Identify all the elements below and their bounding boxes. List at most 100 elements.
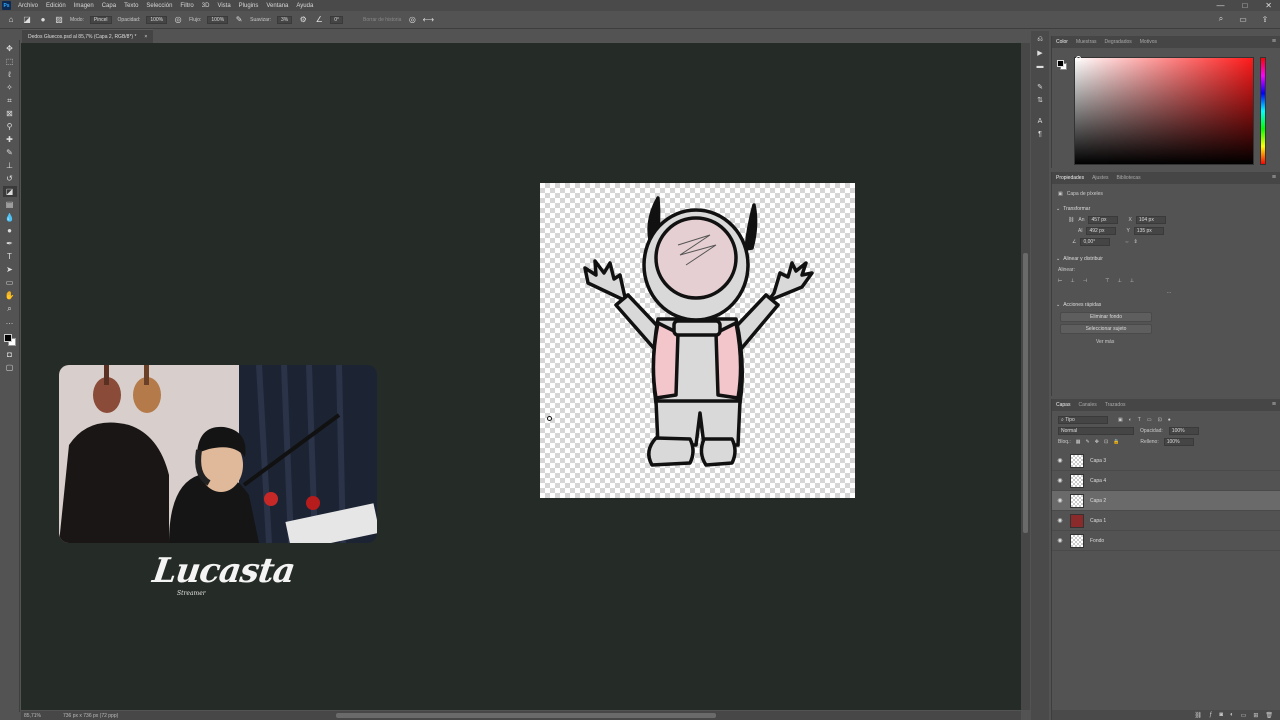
search-icon[interactable]: ⌕: [1216, 14, 1226, 24]
height-field[interactable]: 492 px: [1086, 226, 1117, 235]
history-panel-icon[interactable]: ⎌: [1034, 35, 1046, 45]
tab-channels[interactable]: Canales: [1078, 402, 1096, 408]
rectangle-tool-icon[interactable]: ▭: [3, 277, 17, 288]
crop-tool-icon[interactable]: ⌗: [3, 95, 17, 106]
align-top-icon[interactable]: ⊤: [1105, 278, 1109, 284]
marquee-tool-icon[interactable]: ⬚: [3, 56, 17, 67]
adjustment-layer-icon[interactable]: ◐: [1230, 712, 1234, 718]
tab-swatches[interactable]: Muestras: [1076, 39, 1097, 45]
adjust-panel-icon[interactable]: ⇅: [1034, 95, 1046, 105]
flow-field[interactable]: 100%: [207, 15, 229, 24]
brush-preset-icon[interactable]: ●: [38, 15, 48, 25]
share-icon[interactable]: ⇪: [1260, 14, 1270, 24]
photoshop-logo[interactable]: Ps: [2, 1, 11, 10]
menu-edicion[interactable]: Edición: [42, 3, 70, 9]
eraser-tool-icon[interactable]: ◪: [2, 186, 17, 197]
menu-imagen[interactable]: Imagen: [70, 3, 98, 9]
layer-row[interactable]: ◉ Capa 1: [1052, 511, 1280, 531]
quick-select-tool-icon[interactable]: ✧: [3, 82, 17, 93]
menu-archivo[interactable]: Archivo: [14, 3, 42, 9]
angle-icon[interactable]: ∠: [314, 15, 324, 25]
workspace-icon[interactable]: ▭: [1238, 14, 1248, 24]
menu-seleccion[interactable]: Selección: [142, 3, 176, 9]
minimize-icon[interactable]: —: [1216, 1, 1224, 10]
paragraph-panel-icon[interactable]: ¶: [1034, 129, 1046, 139]
opacity-field[interactable]: 100%: [146, 15, 168, 24]
airbrush-icon[interactable]: ✎: [234, 15, 244, 25]
menu-filtro[interactable]: Filtro: [176, 3, 197, 9]
menu-plugins[interactable]: Plugins: [235, 3, 263, 9]
angle-field[interactable]: 0°: [330, 15, 344, 24]
vertical-scrollbar[interactable]: [1021, 43, 1030, 710]
document-close-icon[interactable]: ×: [144, 34, 147, 40]
erase-history-checkbox[interactable]: Borrar de historia: [363, 17, 401, 23]
layer-filter-select[interactable]: ⌕ Tipo: [1058, 415, 1108, 424]
stamp-tool-icon[interactable]: ⊥: [3, 160, 17, 171]
frame-tool-icon[interactable]: ⊠: [3, 108, 17, 119]
comments-panel-icon[interactable]: ▬: [1034, 61, 1046, 71]
gradient-tool-icon[interactable]: ▤: [3, 199, 17, 210]
more-tools-icon[interactable]: …: [3, 316, 17, 327]
panel-menu-icon[interactable]: ≡: [1272, 38, 1276, 45]
tab-color[interactable]: Color: [1056, 39, 1068, 45]
x-field[interactable]: 104 px: [1135, 215, 1166, 224]
group-icon[interactable]: ▭: [1241, 712, 1247, 719]
tab-paths[interactable]: Trazados: [1105, 402, 1126, 408]
tab-gradients[interactable]: Degradados: [1105, 39, 1132, 45]
filter-smart-icon[interactable]: ⊡: [1158, 417, 1162, 423]
eye-icon[interactable]: ◉: [1056, 457, 1064, 464]
chevron-down-icon[interactable]: ⌄: [1056, 302, 1060, 308]
lock-position-icon[interactable]: ✥: [1095, 439, 1099, 445]
pressure-opacity-icon[interactable]: ◎: [173, 15, 183, 25]
width-field[interactable]: 457 px: [1088, 215, 1119, 224]
foreground-color-chip[interactable]: [3, 334, 12, 342]
menu-ventana[interactable]: Ventana: [262, 3, 292, 9]
eye-icon[interactable]: ◉: [1056, 537, 1064, 544]
panel-color-chips[interactable]: [1057, 60, 1067, 70]
chevron-down-icon[interactable]: ⌄: [1056, 206, 1060, 212]
blur-tool-icon[interactable]: 💧: [3, 212, 17, 223]
hue-slider[interactable]: [1260, 57, 1266, 165]
document-tab[interactable]: Dedos Gluecos.psd al 85,7% (Capa 2, RGB/…: [22, 29, 154, 43]
tab-patterns[interactable]: Motivos: [1140, 39, 1157, 45]
zoom-level[interactable]: 85,71%: [24, 713, 41, 719]
angle-field[interactable]: 0,00°: [1080, 237, 1111, 246]
dodge-tool-icon[interactable]: ●: [3, 225, 17, 236]
tab-libraries[interactable]: Bibliotecas: [1116, 175, 1140, 181]
blend-mode-select[interactable]: Normal: [1058, 426, 1134, 435]
flip-vertical-icon[interactable]: ⇕: [1133, 239, 1137, 245]
fill-field[interactable]: 100%: [1163, 437, 1194, 446]
pen-tool-icon[interactable]: ✒: [3, 238, 17, 249]
history-brush-tool-icon[interactable]: ↺: [3, 173, 17, 184]
panel-menu-icon[interactable]: ≡: [1272, 401, 1276, 408]
filter-toggle-icon[interactable]: ●: [1168, 417, 1171, 423]
trash-icon[interactable]: 🗑: [1265, 712, 1273, 719]
color-picker-field[interactable]: [1074, 56, 1254, 165]
menu-capa[interactable]: Capa: [98, 3, 120, 9]
character-panel-icon[interactable]: A: [1034, 116, 1046, 126]
brush-panel-icon[interactable]: ✎: [1034, 82, 1046, 92]
link-layers-icon[interactable]: ⛓: [1194, 712, 1202, 719]
smooth-field[interactable]: 3%: [277, 15, 293, 24]
color-picker-selector[interactable]: [1076, 56, 1081, 61]
maximize-icon[interactable]: □: [1242, 1, 1247, 10]
color-chips[interactable]: [3, 333, 17, 347]
tab-properties[interactable]: Propiedades: [1056, 175, 1084, 181]
y-field[interactable]: 135 px: [1133, 226, 1164, 235]
layer-opacity-field[interactable]: 100%: [1168, 426, 1199, 435]
path-select-tool-icon[interactable]: ➤: [3, 264, 17, 275]
align-center-h-icon[interactable]: ⊥: [1070, 278, 1074, 284]
healing-tool-icon[interactable]: ✚: [3, 134, 17, 145]
layer-row[interactable]: ◉ Capa 3: [1052, 451, 1280, 471]
document-canvas[interactable]: [540, 183, 855, 498]
lock-all-icon[interactable]: 🔒: [1113, 439, 1119, 445]
hand-tool-icon[interactable]: ✋: [3, 290, 17, 301]
type-tool-icon[interactable]: T: [3, 251, 17, 262]
eyedropper-tool-icon[interactable]: ⚲: [3, 121, 17, 132]
eye-icon[interactable]: ◉: [1056, 497, 1064, 504]
zoom-tool-icon[interactable]: ⌕: [3, 303, 17, 314]
filter-pixel-icon[interactable]: ▣: [1118, 417, 1123, 423]
filter-type-icon[interactable]: T: [1138, 417, 1141, 423]
lock-transparency-icon[interactable]: ▦: [1076, 439, 1081, 445]
flip-horizontal-icon[interactable]: ⇔: [1124, 239, 1129, 245]
